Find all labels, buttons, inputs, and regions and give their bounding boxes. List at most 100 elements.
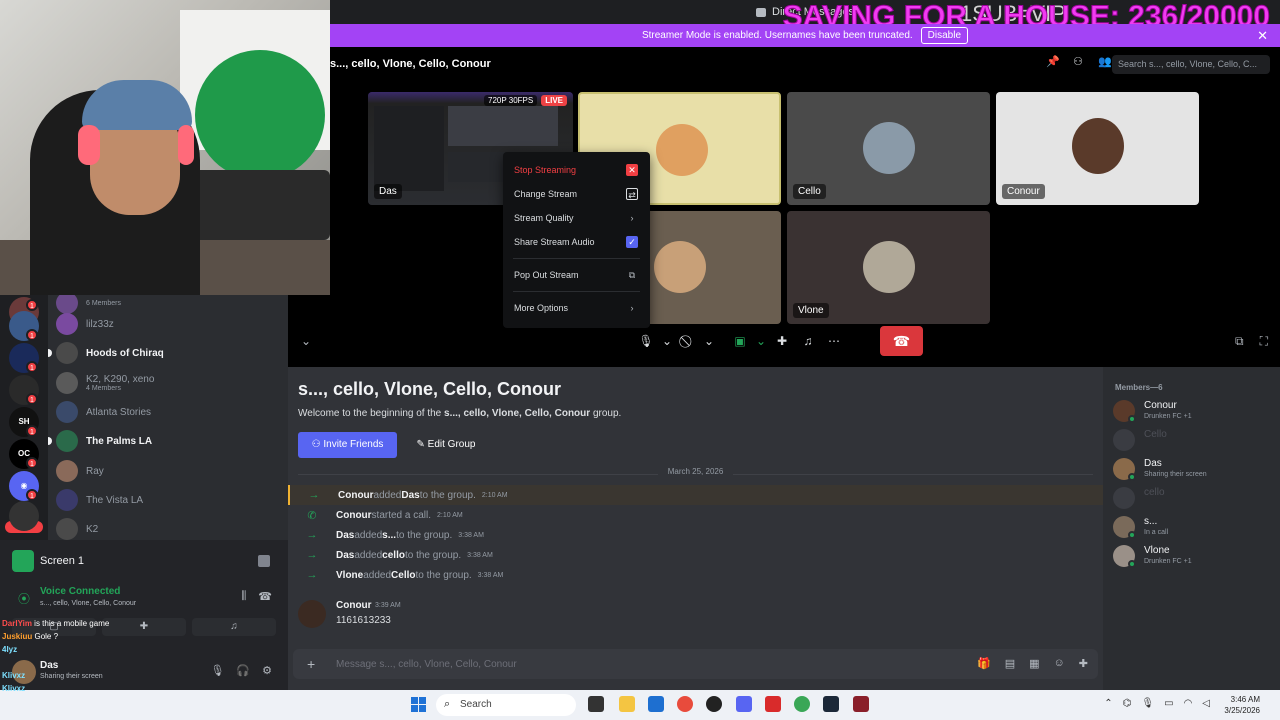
wifi-icon[interactable]: ◠ <box>1184 698 1193 709</box>
screen-options-icon[interactable] <box>258 555 270 567</box>
add-friends-icon[interactable]: ⚇ <box>1072 56 1084 68</box>
list-item[interactable]: Ray <box>56 457 280 485</box>
pin-icon[interactable]: 📌 <box>1046 56 1060 68</box>
chrome-icon[interactable] <box>677 696 693 712</box>
edit-group-button[interactable]: ✎ Edit Group <box>406 432 486 458</box>
menu-change-stream[interactable]: Change Stream ⇄ <box>509 182 644 206</box>
volume-icon[interactable]: ◁ <box>1202 698 1210 709</box>
voice-connected-title[interactable]: Voice Connected <box>40 586 120 597</box>
sys-target[interactable]: s... <box>382 530 396 541</box>
camera-off-icon[interactable]: ⃠ <box>677 330 699 352</box>
taskbar-search[interactable]: ⌕ Search <box>436 694 576 716</box>
chevron-down-icon[interactable]: ⌄ <box>661 330 673 352</box>
menu-pop-out-stream[interactable]: Pop Out Stream ⧉ <box>509 263 644 287</box>
disable-streamer-mode-button[interactable]: Disable <box>920 27 969 44</box>
menu-share-stream-audio[interactable]: Share Stream Audio ✓ <box>509 230 644 254</box>
members-icon[interactable]: 👥 <box>1098 56 1112 68</box>
sys-actor[interactable]: Conour <box>336 510 372 521</box>
microphone-icon[interactable]: 🎙 <box>210 664 224 677</box>
popout-icon[interactable]: ⧉ <box>1235 334 1244 349</box>
sys-target[interactable]: cello <box>382 550 405 561</box>
network-icon[interactable]: ⌬ <box>1123 698 1132 709</box>
soundboard-button[interactable]: ♫ <box>192 618 276 636</box>
participant-avatar <box>656 124 708 176</box>
obs-icon[interactable] <box>706 696 722 712</box>
chevron-up-icon[interactable]: ⌃ <box>1104 698 1112 709</box>
discord-icon[interactable] <box>736 696 752 712</box>
app-icon[interactable] <box>853 696 869 712</box>
adobe-icon[interactable] <box>765 696 781 712</box>
soundboard-icon[interactable]: ♫ <box>797 330 819 352</box>
sys-actor[interactable]: Das <box>336 550 354 561</box>
more-icon[interactable]: ⋯ <box>823 330 845 352</box>
chrome-icon[interactable] <box>794 696 810 712</box>
close-icon[interactable]: ✕ <box>1257 28 1268 44</box>
sys-actor[interactable]: Das <box>336 530 354 541</box>
fullscreen-icon[interactable]: ⛶ <box>1260 334 1268 349</box>
avatar <box>56 342 78 364</box>
participant-tile-cello[interactable]: Cello <box>787 92 990 205</box>
checkbox-checked-icon[interactable]: ✓ <box>626 236 638 248</box>
member-item[interactable]: s... In a call <box>1113 513 1273 541</box>
sys-target[interactable]: Das <box>401 490 419 501</box>
sys-actor[interactable]: Conour <box>338 490 374 501</box>
noise-suppression-icon[interactable]: ⫼ <box>241 590 246 603</box>
member-item[interactable]: cello <box>1113 484 1273 512</box>
invite-friends-button[interactable]: ⚇ Invite Friends <box>298 432 397 458</box>
activities-icon[interactable]: ✚ <box>771 330 793 352</box>
gear-icon[interactable]: ⚙ <box>262 664 272 677</box>
chevron-down-icon[interactable]: ⌄ <box>703 330 715 352</box>
sys-actor[interactable]: Vlone <box>336 570 363 581</box>
message-composer[interactable]: + Message s..., cello, Vlone, Cello, Con… <box>293 649 1098 679</box>
message-input[interactable]: Message s..., cello, Vlone, Cello, Conou… <box>336 659 517 670</box>
list-item[interactable]: lilz33z <box>56 310 280 338</box>
signal-icon[interactable]: ⦿ <box>18 590 30 607</box>
task-view-icon[interactable] <box>588 696 604 712</box>
microphone-icon[interactable]: 🎙 <box>1141 698 1154 709</box>
dm-name: The Vista LA <box>86 494 144 506</box>
apps-icon[interactable]: ✚ <box>1079 657 1088 670</box>
sticker-icon[interactable]: ▦ <box>1029 657 1039 670</box>
file-explorer-icon[interactable] <box>619 696 635 712</box>
screen-share-icon[interactable]: ▣ <box>729 330 751 352</box>
list-item[interactable]: K2 <box>56 515 280 540</box>
stream-context-menu: Stop Streaming ✕ Change Stream ⇄ Stream … <box>503 152 650 328</box>
screen-share-row[interactable]: Screen 1 <box>12 548 276 574</box>
disconnect-button[interactable]: ☎ <box>880 326 923 356</box>
server-icon[interactable] <box>9 501 39 531</box>
member-item[interactable]: Cello <box>1113 426 1273 454</box>
battery-icon[interactable]: ▭ <box>1164 698 1173 709</box>
list-item[interactable]: Hoods of Chiraq <box>48 339 280 367</box>
member-item[interactable]: Vlone Drunken FC +1 <box>1113 542 1273 570</box>
participant-tile-conour[interactable]: Conour <box>996 92 1199 205</box>
dm-name: Atlanta Stories <box>86 406 152 418</box>
headphones-icon[interactable]: 🎧 <box>236 664 250 677</box>
list-item[interactable]: The Palms LA <box>48 427 280 455</box>
menu-stream-quality[interactable]: Stream Quality › <box>509 206 644 230</box>
participant-tile-vlone[interactable]: Vlone <box>787 211 990 324</box>
chevron-down-icon[interactable]: ⌄ <box>301 334 311 348</box>
taskbar-clock[interactable]: 3:46 AM 3/25/2026 <box>1224 694 1260 716</box>
dm-sub: 4 Members <box>86 385 122 392</box>
menu-more-options[interactable]: More Options › <box>509 296 644 320</box>
list-item[interactable]: The Vista LA <box>56 486 280 514</box>
sys-target[interactable]: Cello <box>391 570 415 581</box>
member-item[interactable]: Das Sharing their screen <box>1113 455 1273 483</box>
chevron-down-icon[interactable]: ⌄ <box>755 330 767 352</box>
list-item[interactable]: Atlanta Stories <box>56 398 280 426</box>
member-item[interactable]: Conour Drunken FC +1 <box>1113 397 1273 425</box>
list-item[interactable]: K2, K290, xeno 4 Members <box>56 369 280 397</box>
gift-icon[interactable]: 🎁 <box>977 657 991 670</box>
disconnect-icon[interactable]: ☎ <box>258 590 272 603</box>
gif-icon[interactable]: ▤ <box>1005 657 1015 670</box>
avatar[interactable] <box>298 600 326 628</box>
microphone-icon[interactable]: 🎙 <box>635 330 657 352</box>
emoji-icon[interactable]: ☺ <box>1054 657 1065 670</box>
search-input[interactable]: Search s..., cello, Vlone, Cello, C... <box>1112 55 1270 74</box>
steam-icon[interactable] <box>823 696 839 712</box>
plus-icon[interactable]: + <box>307 656 315 672</box>
message-author[interactable]: Conour <box>336 600 372 611</box>
windows-start-icon[interactable] <box>411 697 427 713</box>
menu-stop-streaming[interactable]: Stop Streaming ✕ <box>509 158 644 182</box>
store-icon[interactable] <box>648 696 664 712</box>
